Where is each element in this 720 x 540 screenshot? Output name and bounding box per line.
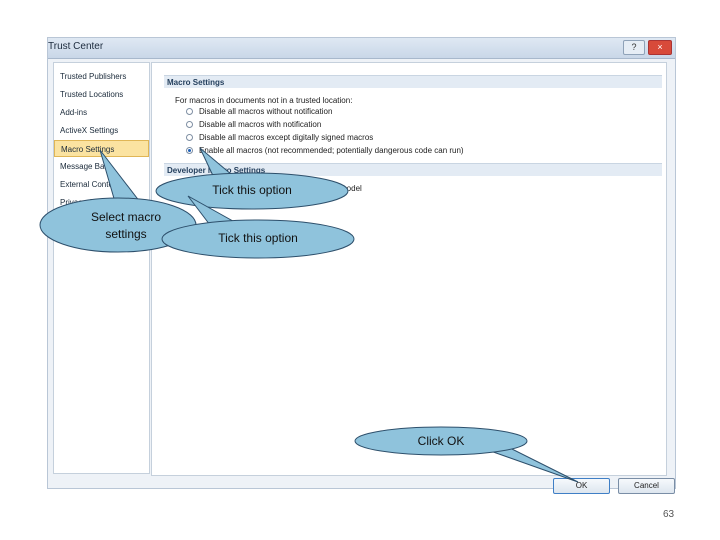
page-number: 63: [663, 509, 675, 520]
callout-layer: [39, 147, 579, 483]
callout-text-ok: Click OK: [417, 434, 465, 448]
callout-text-tick-1: Tick this option: [212, 183, 292, 197]
callout-pointer: [481, 447, 579, 483]
callout-text-tick-2: Tick this option: [218, 231, 298, 245]
callout-pointer: [99, 149, 142, 203]
